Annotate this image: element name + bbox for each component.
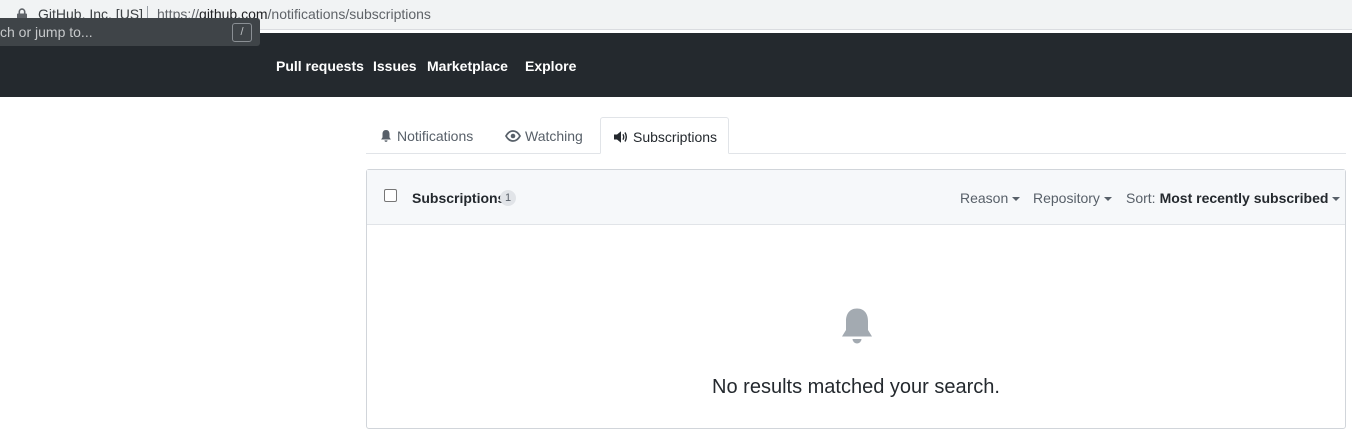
subscriptions-counter: 1 [500, 190, 516, 206]
tab-watching[interactable]: Watching [492, 117, 596, 154]
sort-filter[interactable]: Sort: Most recently subscribed [1126, 190, 1341, 206]
box-title: Subscriptions [412, 190, 506, 206]
tab-label: Subscriptions [633, 129, 718, 145]
nav-pull-requests[interactable]: Pull requests [276, 58, 364, 74]
sort-value: Most recently subscribed [1159, 190, 1329, 206]
reason-filter[interactable]: Reason [960, 190, 1021, 206]
tab-subscriptions[interactable]: Subscriptions [600, 117, 729, 154]
tab-notifications[interactable]: Notifications [366, 117, 488, 154]
search-placeholder: ch or jump to... [0, 24, 93, 40]
repository-filter-label: Repository [1033, 190, 1100, 206]
chevron-down-icon [1332, 197, 1341, 201]
nav-marketplace[interactable]: Marketplace [427, 58, 508, 74]
eye-icon [505, 130, 521, 142]
reason-filter-label: Reason [960, 190, 1009, 206]
bell-icon [381, 130, 391, 142]
search-shortcut-key: / [232, 23, 252, 42]
url-path: /notifications/subscriptions [267, 6, 431, 22]
nav-issues[interactable]: Issues [373, 58, 417, 74]
subscriptions-box: Subscriptions 1 Reason Repository Sort: … [366, 169, 1346, 429]
select-all-checkbox[interactable] [384, 189, 397, 202]
bell-icon [842, 308, 872, 344]
blankslate-message: No results matched your search. [712, 376, 1000, 398]
chevron-down-icon [1012, 197, 1021, 201]
chevron-down-icon [1103, 197, 1112, 201]
sort-prefix: Sort: [1126, 190, 1156, 206]
nav-explore[interactable]: Explore [525, 58, 576, 74]
repository-filter[interactable]: Repository [1033, 190, 1112, 206]
megaphone-icon [614, 131, 627, 143]
tab-label: Notifications [397, 128, 474, 144]
tab-label: Watching [525, 128, 583, 144]
box-header: Subscriptions 1 Reason Repository Sort: … [367, 170, 1345, 225]
